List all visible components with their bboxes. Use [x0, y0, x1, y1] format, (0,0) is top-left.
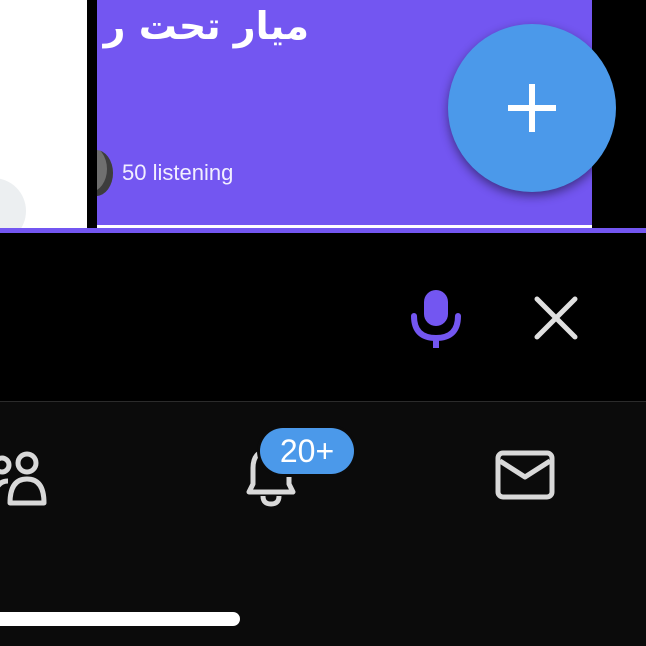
previous-card-avatar [0, 178, 26, 228]
mail-icon [495, 450, 555, 500]
previous-space-card[interactable] [0, 0, 87, 228]
compose-fab-button[interactable] [448, 24, 616, 192]
nav-communities[interactable] [0, 440, 56, 510]
notification-badge: 20+ [260, 428, 354, 474]
communities-icon [0, 451, 47, 506]
listener-count: 50 listening [122, 160, 234, 185]
microphone-icon [411, 290, 461, 348]
nav-messages[interactable] [490, 440, 560, 510]
microphone-button[interactable] [404, 282, 468, 354]
close-dock-button[interactable] [526, 288, 586, 348]
home-indicator[interactable] [0, 612, 240, 626]
plus-icon [508, 84, 556, 132]
space-title: ميار تحت ر [103, 4, 309, 48]
close-icon [534, 296, 578, 340]
listener-avatar [97, 150, 113, 196]
